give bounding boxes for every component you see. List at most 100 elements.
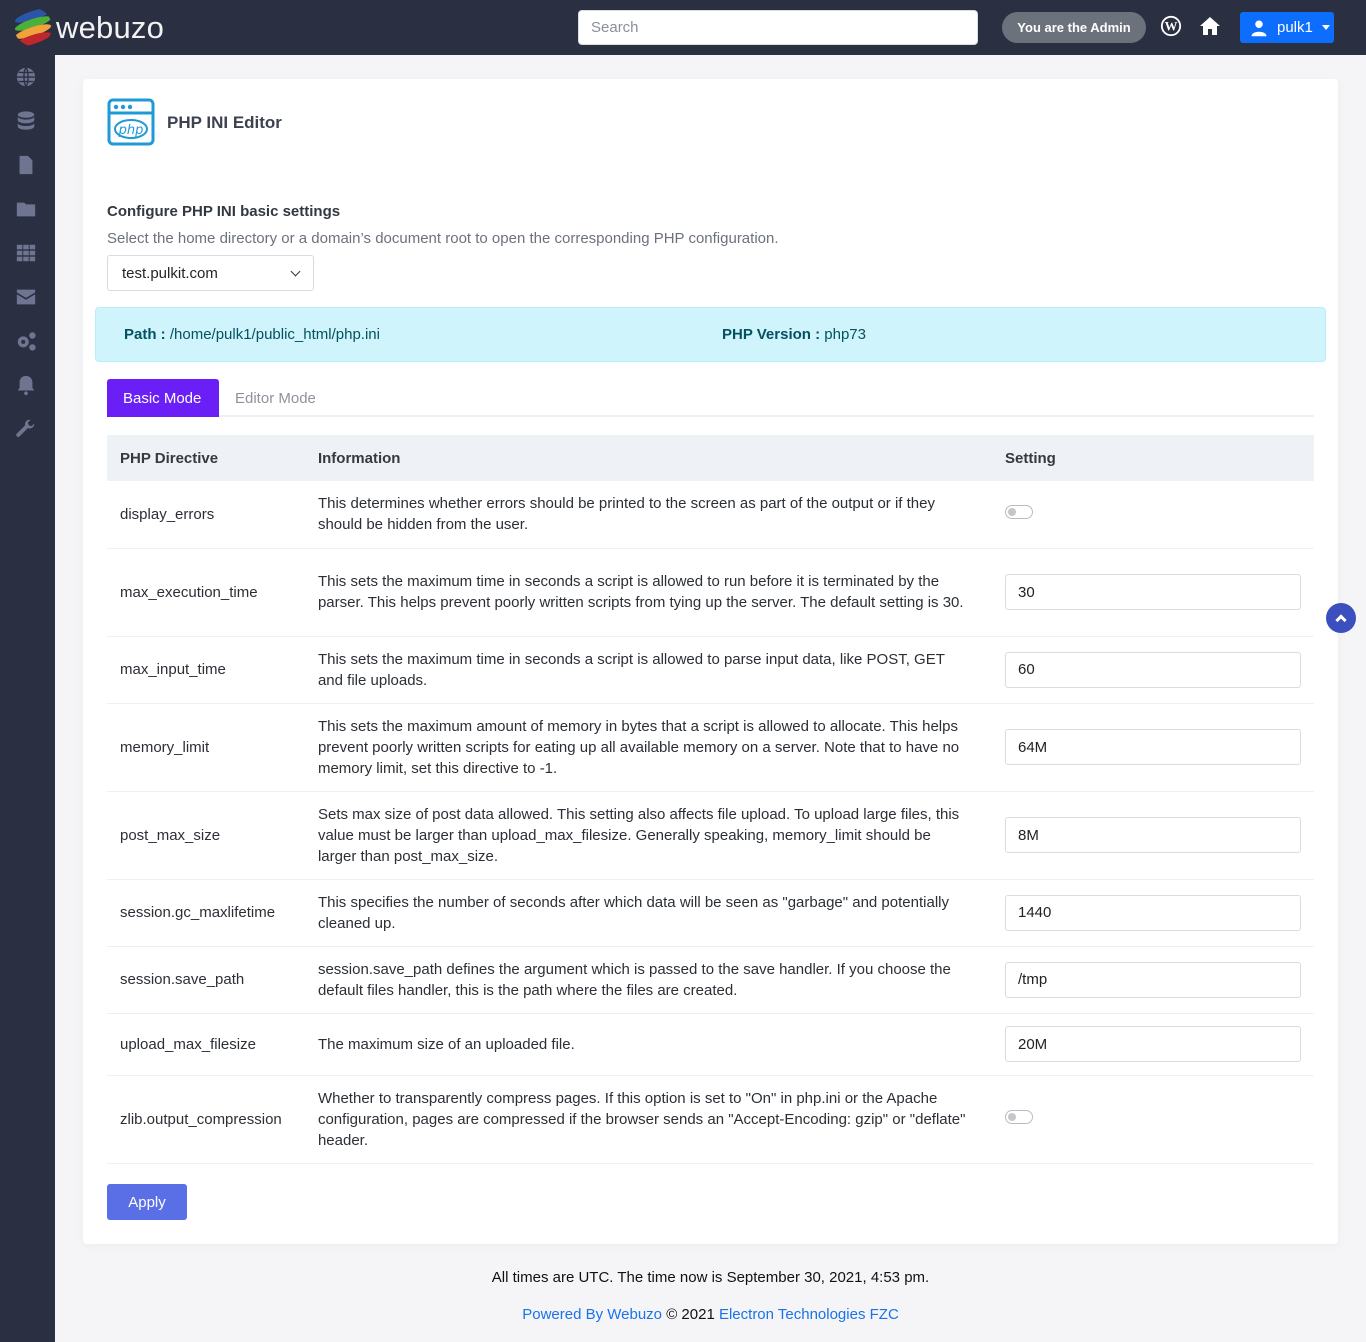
- directive-info: Sets max size of post data allowed. This…: [304, 791, 992, 880]
- admin-badge[interactable]: You are the Admin: [1002, 12, 1146, 43]
- globe-icon: [16, 67, 36, 87]
- scroll-to-top-button[interactable]: [1326, 603, 1356, 633]
- directive-setting: [992, 481, 1314, 549]
- setting-input[interactable]: [1005, 1026, 1301, 1062]
- user-icon: [1251, 20, 1267, 36]
- header-directive: PHP Directive: [120, 449, 219, 467]
- php-ini-editor-card: php PHP INI Editor Configure PHP INI bas…: [83, 79, 1338, 1244]
- directive-info: The maximum size of an uploaded file.: [304, 1013, 992, 1076]
- sidebar: [0, 55, 55, 1342]
- directive-setting: [992, 1013, 1314, 1076]
- table-row: max_input_time This sets the maximum time…: [107, 636, 1314, 704]
- directive-name: display_errors: [107, 481, 305, 549]
- mail-icon: [16, 289, 36, 305]
- directive-setting: [992, 548, 1314, 637]
- ini-path: Path : /home/pulk1/public_html/php.ini: [124, 326, 380, 343]
- apply-button[interactable]: Apply: [107, 1184, 187, 1220]
- setting-input[interactable]: [1005, 894, 1301, 931]
- sidebar-item-settings[interactable]: [14, 329, 38, 353]
- svg-text:W: W: [1165, 20, 1178, 34]
- version-label: PHP Version :: [722, 326, 821, 343]
- directive-name: session.gc_maxlifetime: [107, 879, 305, 947]
- toggle-knob: [1008, 507, 1016, 516]
- directive-setting: [992, 703, 1314, 792]
- page-title: PHP INI Editor: [167, 113, 282, 132]
- user-name: pulk1: [1277, 19, 1313, 36]
- sidebar-item-notifications[interactable]: [14, 373, 38, 397]
- table-header-row: PHP Directive Information Setting: [107, 435, 1314, 481]
- caret-down-icon: [1321, 25, 1330, 30]
- sidebar-item-email[interactable]: [14, 285, 38, 309]
- version-value: php73: [824, 326, 866, 343]
- bell-icon: [17, 375, 35, 396]
- folder-icon: [16, 202, 36, 217]
- sidebar-item-folders[interactable]: [14, 197, 38, 221]
- directive-name: post_max_size: [107, 791, 305, 880]
- directive-info: This sets the maximum time in seconds a …: [304, 548, 992, 637]
- top-bar: webuzo You are the Admin W pulk1: [0, 0, 1366, 55]
- gears-icon: [17, 332, 36, 351]
- table-row: max_execution_time This sets the maximum …: [107, 548, 1314, 637]
- directive-name: memory_limit: [107, 703, 305, 792]
- domain-select[interactable]: test.pulkit.com: [107, 255, 314, 291]
- directive-name: session.save_path: [107, 946, 305, 1014]
- wordpress-icon[interactable]: W: [1160, 15, 1184, 39]
- logo-globe-icon: [14, 8, 52, 46]
- php-editor-icon: php: [107, 98, 155, 146]
- directive-info: session.save_path defines the argument w…: [304, 946, 992, 1014]
- table-row: post_max_size Sets max size of post data …: [107, 791, 1314, 880]
- company-link[interactable]: Electron Technologies FZC: [719, 1306, 899, 1323]
- sidebar-item-domains[interactable]: [14, 65, 38, 89]
- directive-info: This sets the maximum amount of memory i…: [304, 703, 992, 792]
- path-label: Path :: [124, 326, 166, 343]
- sidebar-item-tools[interactable]: [14, 417, 38, 441]
- setting-input[interactable]: [1005, 961, 1301, 998]
- tab-editor-mode[interactable]: Editor Mode: [219, 379, 332, 417]
- database-icon: [17, 111, 35, 130]
- powered-by-link[interactable]: Powered By Webuzo: [522, 1306, 662, 1323]
- directive-info: Whether to transparently compress pages.…: [304, 1075, 992, 1164]
- directive-setting: [992, 636, 1314, 704]
- directive-name: upload_max_filesize: [107, 1013, 305, 1076]
- logo-text: webuzo: [56, 9, 165, 45]
- directive-setting: [992, 879, 1314, 947]
- footer-credit: Powered By Webuzo © 2021 Electron Techno…: [0, 1306, 1366, 1323]
- domain-select-value: test.pulkit.com: [122, 264, 218, 282]
- apps-grid-icon: [16, 244, 36, 262]
- table-row: zlib.output_compression Whether to transp…: [107, 1075, 1314, 1164]
- header-setting: Setting: [1005, 449, 1056, 467]
- section-subtitle: Select the home directory or a domain’s …: [107, 230, 779, 247]
- home-icon[interactable]: [1198, 14, 1222, 38]
- directive-setting: [992, 1075, 1314, 1164]
- setting-input[interactable]: [1005, 817, 1301, 853]
- sidebar-item-databases[interactable]: [14, 109, 38, 133]
- sidebar-item-files[interactable]: [14, 153, 38, 177]
- svg-text:php: php: [118, 123, 144, 138]
- tab-basic-mode[interactable]: Basic Mode: [107, 379, 219, 417]
- section-title: Configure PHP INI basic settings: [107, 203, 341, 220]
- webuzo-logo[interactable]: webuzo: [14, 8, 164, 46]
- search-input[interactable]: [578, 10, 978, 45]
- setting-toggle[interactable]: [1005, 504, 1033, 519]
- file-icon: [19, 155, 33, 175]
- php-info-bar: Path : /home/pulk1/public_html/php.ini P…: [95, 307, 1326, 362]
- directive-setting: [992, 946, 1314, 1014]
- mode-tabs: Basic Mode Editor Mode: [107, 379, 1314, 417]
- table-row: session.gc_maxlifetime This specifies the…: [107, 879, 1314, 947]
- sidebar-item-apps[interactable]: [14, 241, 38, 265]
- copyright-text: © 2021: [662, 1306, 719, 1323]
- setting-input[interactable]: [1005, 651, 1301, 688]
- user-menu-button[interactable]: pulk1: [1240, 12, 1334, 43]
- php-version: PHP Version : php73: [722, 326, 866, 343]
- directive-name: max_execution_time: [107, 548, 305, 637]
- setting-toggle[interactable]: [1005, 1109, 1033, 1124]
- chevron-up-icon: [1335, 614, 1347, 626]
- chevron-down-icon: [290, 266, 301, 276]
- directive-setting: [992, 791, 1314, 880]
- setting-input[interactable]: [1005, 729, 1301, 765]
- table-row: upload_max_filesize The maximum size of a…: [107, 1013, 1314, 1076]
- directive-info: This sets the maximum time in seconds a …: [304, 636, 992, 704]
- path-value: /home/pulk1/public_html/php.ini: [169, 326, 380, 343]
- setting-input[interactable]: [1005, 574, 1301, 610]
- table-row: session.save_path session.save_path defin…: [107, 946, 1314, 1014]
